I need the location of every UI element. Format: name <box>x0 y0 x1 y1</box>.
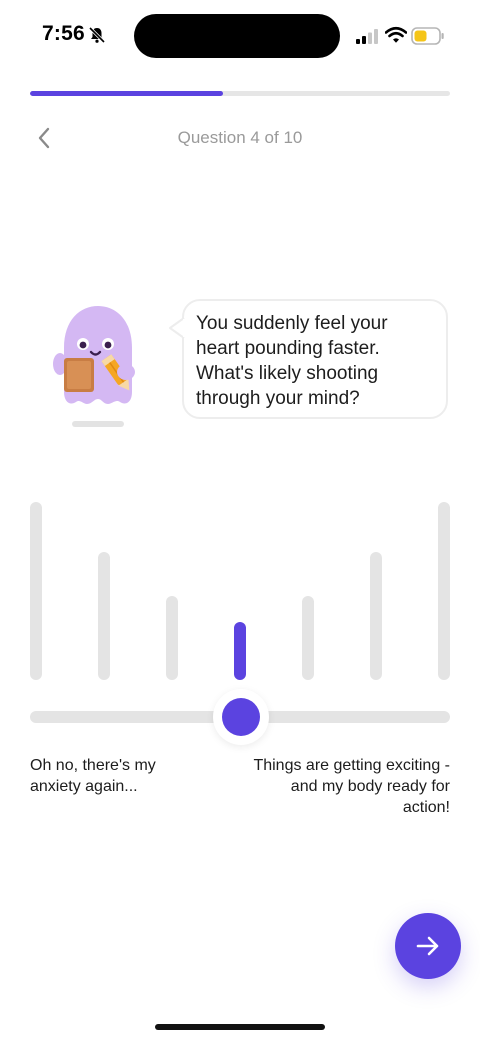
quiz-progress-bar <box>30 91 450 96</box>
mascot-shadow <box>72 421 124 427</box>
next-button[interactable] <box>395 913 461 979</box>
scale-label-left: Oh no, there's my anxiety again... <box>30 757 156 795</box>
scale-bar-6[interactable] <box>370 552 382 680</box>
slider-knob <box>222 698 260 736</box>
dynamic-island <box>134 14 340 58</box>
arrow-right-icon <box>416 936 439 956</box>
signal-icon <box>356 29 378 44</box>
wifi-icon <box>385 26 407 43</box>
scale-bar-3[interactable] <box>166 596 178 680</box>
bell-slash-icon <box>88 26 106 44</box>
slider-thumb[interactable] <box>213 689 269 745</box>
scale-bar-1[interactable] <box>30 502 42 680</box>
quiz-progress-fill <box>30 91 224 96</box>
scale-bar-2[interactable] <box>98 552 110 680</box>
question-counter: Question 4 of 10 <box>177 128 303 147</box>
status-time: 7:56 <box>42 22 85 45</box>
question-prompt: You suddenly feel your heart pounding fa… <box>196 313 388 409</box>
scale-bar-7[interactable] <box>438 502 450 680</box>
scale-bar-4-selected[interactable] <box>234 622 246 680</box>
mascot-illustration <box>53 306 135 404</box>
scale-label-right: Things are getting exciting - and my bod… <box>253 757 450 816</box>
speech-bubble-tail <box>169 317 188 339</box>
home-indicator[interactable] <box>155 1024 325 1030</box>
battery-icon <box>411 27 444 45</box>
screen: 7:56 Question 4 of 10 You suddenly feel … <box>0 0 480 1040</box>
scale-bar-5[interactable] <box>302 596 314 680</box>
